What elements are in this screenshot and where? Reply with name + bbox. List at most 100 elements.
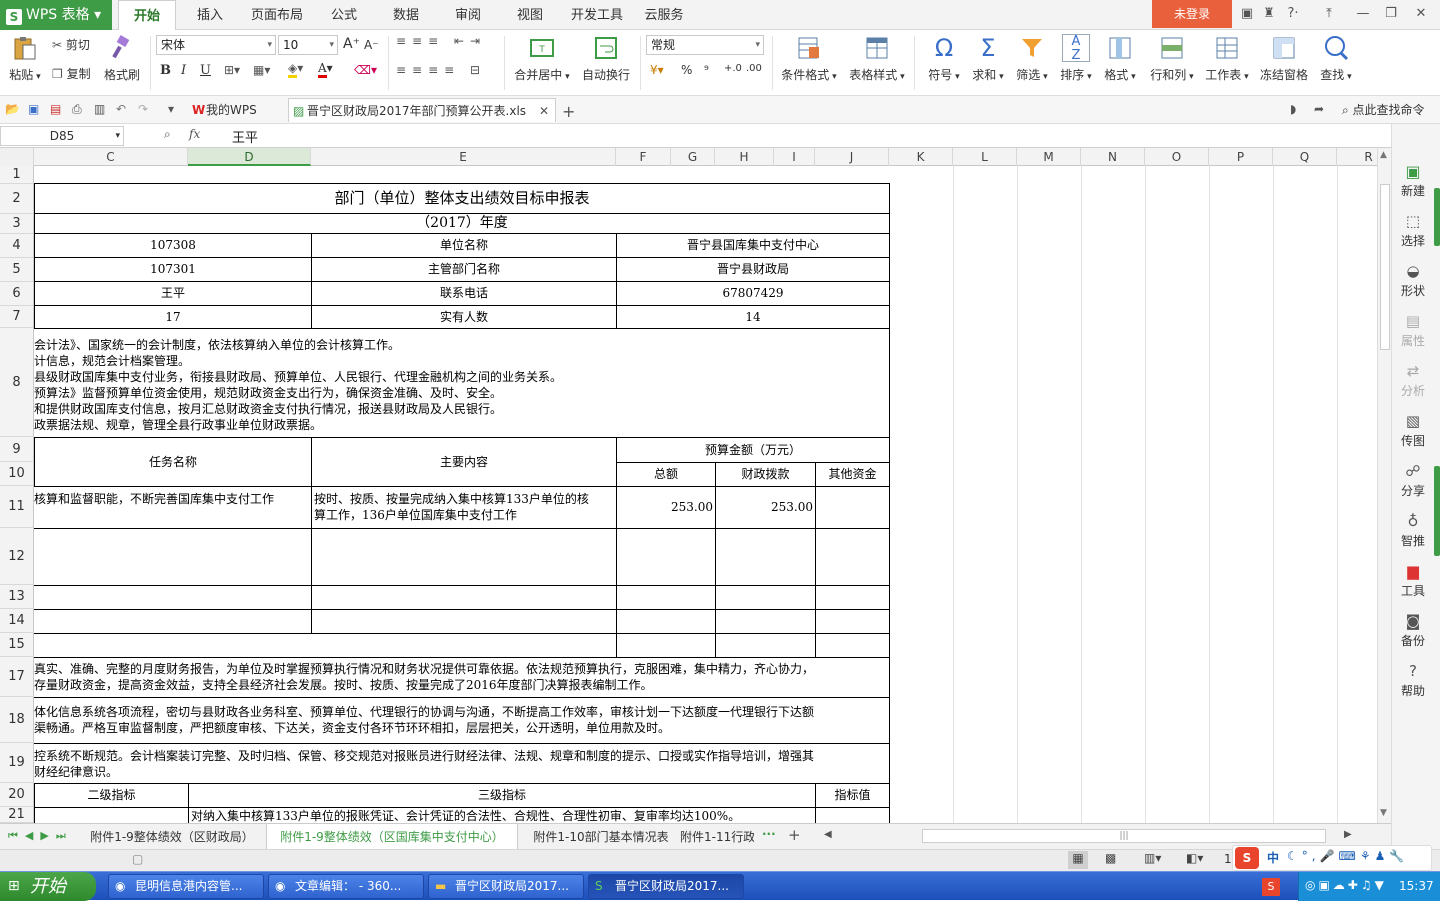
ime-toolbar[interactable]: S 中 ☾°,🎤⌨⚘♟🔧 [1232, 845, 1432, 871]
col-header-n[interactable]: N [1081, 148, 1145, 166]
header-level3[interactable]: 三级指标 [188, 783, 816, 808]
row-header-17[interactable]: 17 [0, 657, 34, 697]
cell-j15[interactable] [815, 633, 890, 658]
header-task-name[interactable]: 任务名称 [34, 437, 312, 487]
row-header-11[interactable]: 11 [0, 486, 34, 528]
increase-decimal-button[interactable]: +.0 [724, 63, 742, 74]
new-tab-icon[interactable]: + [562, 102, 576, 121]
sheet-tab-4[interactable]: 附件1-11行政 [680, 824, 754, 850]
task-chrome-1[interactable]: ◉ 昆明信息港内容管... [108, 874, 264, 899]
tab-home[interactable]: 开始 [118, 0, 176, 31]
panel-new[interactable]: ▣ 新建 [1392, 162, 1434, 199]
merge-center-button[interactable]: T 合并居中 ▾ [510, 34, 574, 83]
col-header-l[interactable]: L [953, 148, 1017, 166]
cell-h12[interactable] [715, 528, 816, 586]
col-header-r[interactable]: R [1337, 148, 1377, 166]
row-header-20[interactable]: 20 [0, 783, 34, 807]
cell-j13[interactable] [815, 585, 890, 610]
tab-page-layout[interactable]: 页面布局 [244, 0, 310, 30]
panel-send-image[interactable]: ▧ 传图 [1392, 412, 1434, 449]
sum-button[interactable]: Σ 求和 ▾ [968, 34, 1008, 83]
bold-button[interactable]: B [160, 63, 171, 78]
close-tab-icon[interactable]: ✕ [539, 99, 549, 123]
cell-e14[interactable] [311, 609, 617, 634]
print-icon[interactable]: ⎙ [72, 102, 86, 116]
maximize-icon[interactable]: ❐ [1380, 4, 1402, 24]
login-button[interactable]: 未登录 [1152, 0, 1232, 28]
horizontal-align-icons[interactable]: ≡≡≡≡ ⊟ [396, 63, 486, 77]
help-icon[interactable]: ?· [1282, 4, 1304, 24]
tab-review[interactable]: 审阅 [442, 0, 494, 30]
tab-data[interactable]: 数据 [380, 0, 432, 30]
col-header-i[interactable]: I [774, 148, 815, 166]
minimize-icon[interactable]: — [1352, 4, 1374, 24]
cell-other-11[interactable] [815, 486, 890, 529]
header-main-content[interactable]: 主要内容 [311, 437, 617, 487]
col-header-h[interactable]: H [715, 148, 774, 166]
task-folder[interactable]: ▬ 晋宁区财政局2017... [428, 874, 584, 899]
cell-f14[interactable] [616, 609, 716, 634]
col-header-q[interactable]: Q [1273, 148, 1337, 166]
cell-c15[interactable] [34, 633, 617, 658]
page-layout-view-icon[interactable]: ▥▾ [1144, 851, 1161, 865]
scroll-thumb[interactable] [1380, 184, 1390, 350]
task-chrome-2[interactable]: ◉ 文章编辑： - 360... [268, 874, 424, 899]
formula-input[interactable]: 王平 [232, 127, 258, 146]
cell-f5[interactable]: 晋宁县财政局 [616, 257, 890, 282]
col-header-m[interactable]: M [1017, 148, 1081, 166]
tab-insert[interactable]: 插入 [184, 0, 236, 30]
format-button[interactable]: 格式 ▾ [1100, 34, 1140, 83]
cell-row-19[interactable]: 控系统不断规范。会计档案装订完整、及时归档、保管、移交规范对报账员进行财经法律、… [34, 743, 890, 784]
cut-button[interactable]: ✂ 剪切 [52, 36, 90, 53]
paste-button[interactable]: 粘贴 ▾ [6, 34, 44, 83]
freeze-panes-button[interactable]: 冻结窗格 [1256, 34, 1312, 83]
col-header-g[interactable]: G [671, 148, 715, 166]
col-header-k[interactable]: K [889, 148, 953, 166]
hscroll-right-icon[interactable]: ▶ [1344, 829, 1352, 840]
share-arrow-icon[interactable]: ➦ [1314, 102, 1328, 116]
panel-recommend[interactable]: ♁ 智推 [1392, 512, 1434, 549]
row-header-3[interactable]: 3 [0, 214, 34, 234]
decrease-decimal-button[interactable]: .00 [746, 63, 762, 74]
row-header-12[interactable]: 12 [0, 528, 34, 585]
cell-row-18[interactable]: 体化信息系统各项流程，密切与县财政各业务科室、预算单位、代理银行的协调与沟通，不… [34, 697, 890, 744]
name-box[interactable]: D85 ▾ [0, 126, 124, 146]
cell-c11[interactable]: 核算和监督职能，不断完善国库集中支付工作 [34, 486, 312, 529]
filter-button[interactable]: 筛选 ▾ [1012, 34, 1052, 83]
panel-select[interactable]: ⬚ 选择 [1392, 212, 1434, 249]
number-format-select[interactable]: 常规 [646, 35, 764, 55]
row-header-9[interactable]: 9 [0, 437, 34, 462]
header-indicator[interactable]: 指标值 [815, 783, 890, 808]
col-header-j[interactable]: J [815, 148, 889, 166]
row-header-10[interactable]: 10 [0, 462, 34, 486]
cell-fiscal-11[interactable]: 253.00 [715, 486, 816, 529]
underline-button[interactable]: U [200, 63, 211, 78]
tab-developer[interactable]: 开发工具 [566, 0, 628, 30]
panel-backup[interactable]: ◙ 备份 [1392, 612, 1434, 649]
row-col-button[interactable]: 行和列 ▾ [1146, 34, 1198, 83]
more-sheets-icon[interactable]: ··· [762, 827, 776, 841]
command-search[interactable]: ⌕ 点此查找命令 [1342, 101, 1425, 118]
panel-tools[interactable]: ▆ 工具 [1392, 562, 1434, 599]
hscroll-thumb[interactable]: ||| [922, 829, 1326, 843]
col-header-p[interactable]: P [1209, 148, 1273, 166]
row-header-1[interactable]: 1 [0, 166, 34, 184]
print-preview-icon[interactable]: ▥ [94, 102, 108, 116]
cell-h14[interactable] [715, 609, 816, 634]
cell-j12[interactable] [815, 528, 890, 586]
row-header-15[interactable]: 15 [0, 633, 34, 657]
cell-e11[interactable]: 按时、按质、按量完成纳入集中核算133户单位的核 算工作，136户单位国库集中支… [311, 486, 617, 529]
cell-h13[interactable] [715, 585, 816, 610]
app-logo-button[interactable]: S WPS 表格 ▾ [0, 0, 112, 30]
cell-e5[interactable]: 主管部门名称 [311, 257, 617, 282]
clear-format-icon[interactable]: ⌫▾ [354, 63, 377, 77]
table-style-button[interactable]: 表格样式 ▾ [846, 34, 908, 83]
fill-color-icon[interactable]: ◈▾ [288, 61, 303, 78]
increase-font-icon[interactable]: A⁺ [343, 36, 360, 52]
hscroll-left-icon[interactable]: ◀ [824, 829, 832, 840]
start-button[interactable]: ⊞ 开始 [0, 872, 96, 901]
symbol-button[interactable]: Ω 符号 ▾ [924, 34, 964, 83]
row-header-19[interactable]: 19 [0, 743, 34, 783]
sheet-tab-3[interactable]: 附件1-10部门基本情况表 [530, 824, 672, 850]
cell-j21[interactable] [815, 807, 890, 823]
